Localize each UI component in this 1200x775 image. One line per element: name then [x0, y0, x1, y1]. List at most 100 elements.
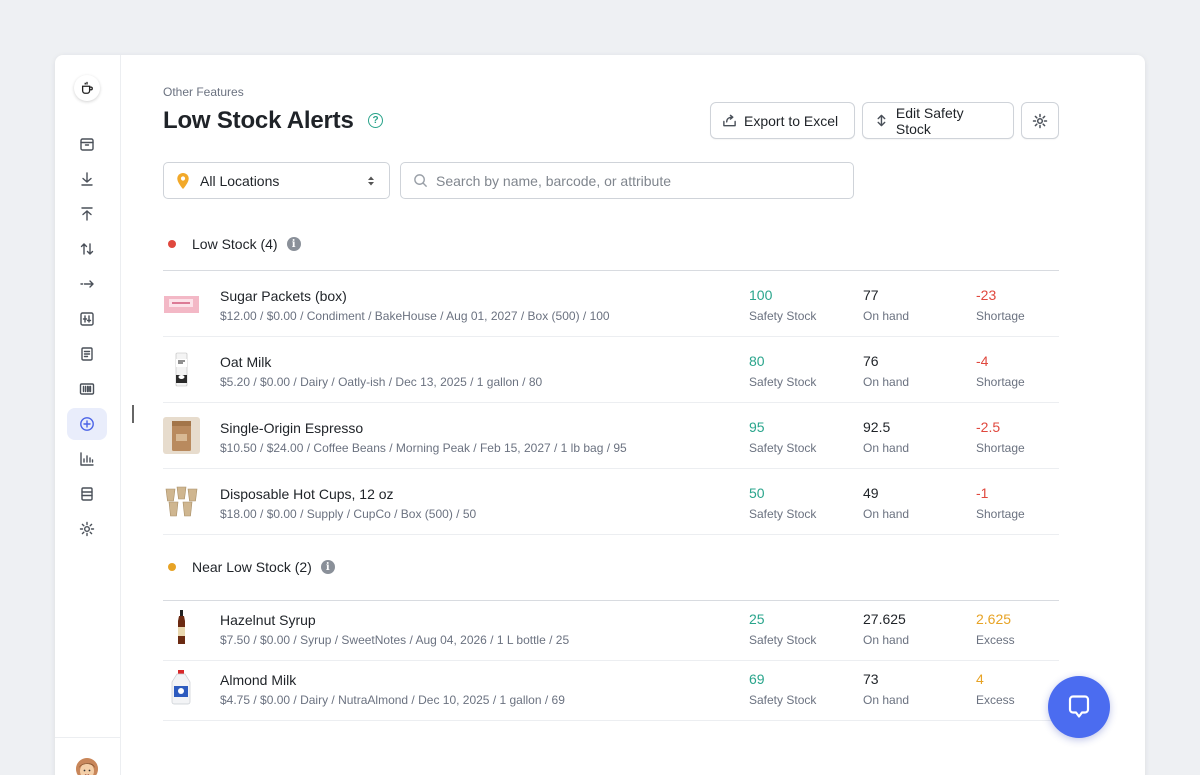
list-item[interactable]: Single-Origin Espresso $10.50 / $24.00 /… — [163, 403, 1059, 469]
app-window: Other Features Low Stock Alerts ? Export… — [55, 55, 1145, 775]
on-hand-label: On hand — [863, 309, 910, 323]
search-input[interactable] — [436, 172, 836, 189]
list-item[interactable]: Disposable Hot Cups, 12 oz $18.00 / $0.0… — [163, 469, 1059, 535]
paper-cups-thumbnail — [163, 483, 200, 520]
shortage-cell: -1 Shortage — [976, 485, 1025, 521]
nav-documents[interactable] — [67, 338, 107, 370]
transfer-icon — [80, 243, 94, 255]
sidebar-resize-handle[interactable] — [132, 405, 134, 423]
safety-stock-cell: 100 Safety Stock — [749, 287, 816, 323]
nav-adjust[interactable] — [67, 303, 107, 335]
nav-items-box[interactable] — [67, 128, 107, 160]
nav-move[interactable] — [67, 268, 107, 300]
export-to-excel-button[interactable]: Export to Excel — [710, 102, 855, 139]
safety-stock-value: 69 — [749, 671, 765, 687]
help-icon[interactable]: ? — [368, 113, 383, 128]
near-low-stock-section-heading[interactable]: Near Low Stock (2) i — [163, 559, 335, 575]
list-item[interactable]: Hazelnut Syrup $7.50 / $0.00 / Syrup / S… — [163, 601, 1059, 661]
list-item[interactable]: Almond Milk $4.75 / $0.00 / Dairy / Nutr… — [163, 661, 1059, 721]
chat-bubble-icon — [1068, 695, 1090, 718]
safety-stock-cell: 50 Safety Stock — [749, 485, 816, 521]
nav-ship[interactable] — [67, 198, 107, 230]
product-name: Single-Origin Espresso — [220, 420, 364, 436]
on-hand-value: 27.625 — [863, 611, 906, 627]
product-meta: $4.75 / $0.00 / Dairy / NutraAlmond / De… — [220, 693, 565, 707]
nav-low-stock[interactable] — [67, 408, 107, 440]
near-low-stock-dot — [168, 563, 176, 571]
safety-stock-value: 80 — [749, 353, 765, 369]
near-low-stock-list: Hazelnut Syrup $7.50 / $0.00 / Syrup / S… — [163, 600, 1059, 721]
safety-stock-cell: 80 Safety Stock — [749, 353, 816, 389]
logo-icon[interactable] — [74, 75, 100, 101]
milk-jug-thumbnail — [163, 669, 200, 706]
info-icon[interactable]: i — [320, 560, 335, 574]
search-field[interactable] — [400, 162, 854, 199]
upload-icon — [81, 207, 93, 221]
low-stock-section-heading[interactable]: Low Stock (4) i — [163, 236, 301, 252]
edit-safety-stock-button[interactable]: Edit Safety Stock — [862, 102, 1014, 139]
on-hand-value: 92.5 — [863, 419, 891, 435]
on-hand-cell: 77 On hand — [863, 287, 909, 323]
product-meta: $12.00 / $0.00 / Condiment / BakeHouse /… — [220, 309, 610, 323]
low-stock-heading-label: Low Stock (4) — [192, 236, 278, 252]
document-icon — [81, 347, 93, 361]
on-hand-value: 73 — [863, 671, 879, 687]
list-item[interactable]: Sugar Packets (box) $12.00 / $0.00 / Con… — [163, 271, 1059, 337]
nav-receive[interactable] — [67, 163, 107, 195]
chart-icon — [80, 452, 94, 466]
syrup-bottle-thumbnail — [163, 609, 200, 646]
export-icon — [723, 114, 736, 127]
sugar-packets-thumbnail — [163, 285, 200, 322]
location-select-value: All Locations — [200, 172, 280, 189]
shortage-label: Shortage — [976, 507, 1025, 521]
shortage-value: -23 — [976, 287, 997, 303]
safety-stock-value: 100 — [749, 287, 773, 303]
product-name: Hazelnut Syrup — [220, 612, 316, 628]
excess-value: 2.625 — [976, 611, 1012, 627]
safety-stock-label: Safety Stock — [749, 375, 817, 389]
sidebar-footer — [55, 737, 121, 775]
avatar[interactable] — [76, 758, 98, 775]
safety-stock-label: Safety Stock — [749, 693, 817, 707]
alert-plus-icon — [80, 417, 94, 431]
location-pin-icon — [177, 172, 189, 189]
excess-value: 4 — [976, 671, 984, 687]
on-hand-value: 49 — [863, 485, 879, 501]
safety-stock-cell: 95 Safety Stock — [749, 419, 816, 455]
product-name: Oat Milk — [220, 354, 272, 370]
low-stock-list: Sugar Packets (box) $12.00 / $0.00 / Con… — [163, 270, 1059, 535]
on-hand-value: 77 — [863, 287, 879, 303]
shortage-cell: -4 Shortage — [976, 353, 1025, 389]
safety-stock-cell: 25 Safety Stock — [749, 611, 816, 647]
search-icon — [414, 174, 428, 188]
nav-transfer[interactable] — [67, 233, 107, 265]
on-hand-label: On hand — [863, 441, 910, 455]
shortage-label: Shortage — [976, 309, 1025, 323]
nav-analytics[interactable] — [67, 443, 107, 475]
list-item[interactable]: Oat Milk $5.20 / $0.00 / Dairy / Oatly-i… — [163, 337, 1059, 403]
near-low-stock-heading-label: Near Low Stock (2) — [192, 559, 312, 575]
page-settings-button[interactable] — [1021, 102, 1059, 139]
nav-barcode[interactable] — [67, 373, 107, 405]
shortage-value: -4 — [976, 353, 989, 369]
page-title: Low Stock Alerts — [163, 107, 354, 134]
product-meta: $5.20 / $0.00 / Dairy / Oatly-ish / Dec … — [220, 375, 543, 389]
nav-reports[interactable] — [67, 478, 107, 510]
nav-settings[interactable] — [67, 513, 107, 545]
barcode-icon — [79, 383, 95, 395]
excess-cell: 2.625 Excess — [976, 611, 1015, 647]
location-select[interactable]: All Locations — [163, 162, 390, 199]
adjust-icon — [80, 312, 94, 326]
oat-milk-thumbnail — [163, 351, 200, 388]
shortage-label: Shortage — [976, 375, 1025, 389]
breadcrumb[interactable]: Other Features — [163, 85, 244, 99]
chat-support-button[interactable] — [1048, 676, 1110, 738]
info-icon[interactable]: i — [286, 237, 301, 251]
on-hand-label: On hand — [863, 693, 910, 707]
gear-icon — [1032, 113, 1048, 128]
shortage-value: -2.5 — [976, 419, 1001, 435]
product-name: Almond Milk — [220, 672, 297, 688]
excess-cell: 4 Excess — [976, 671, 1015, 707]
safety-stock-label: Safety Stock — [749, 309, 817, 323]
settings-icon — [79, 521, 95, 537]
